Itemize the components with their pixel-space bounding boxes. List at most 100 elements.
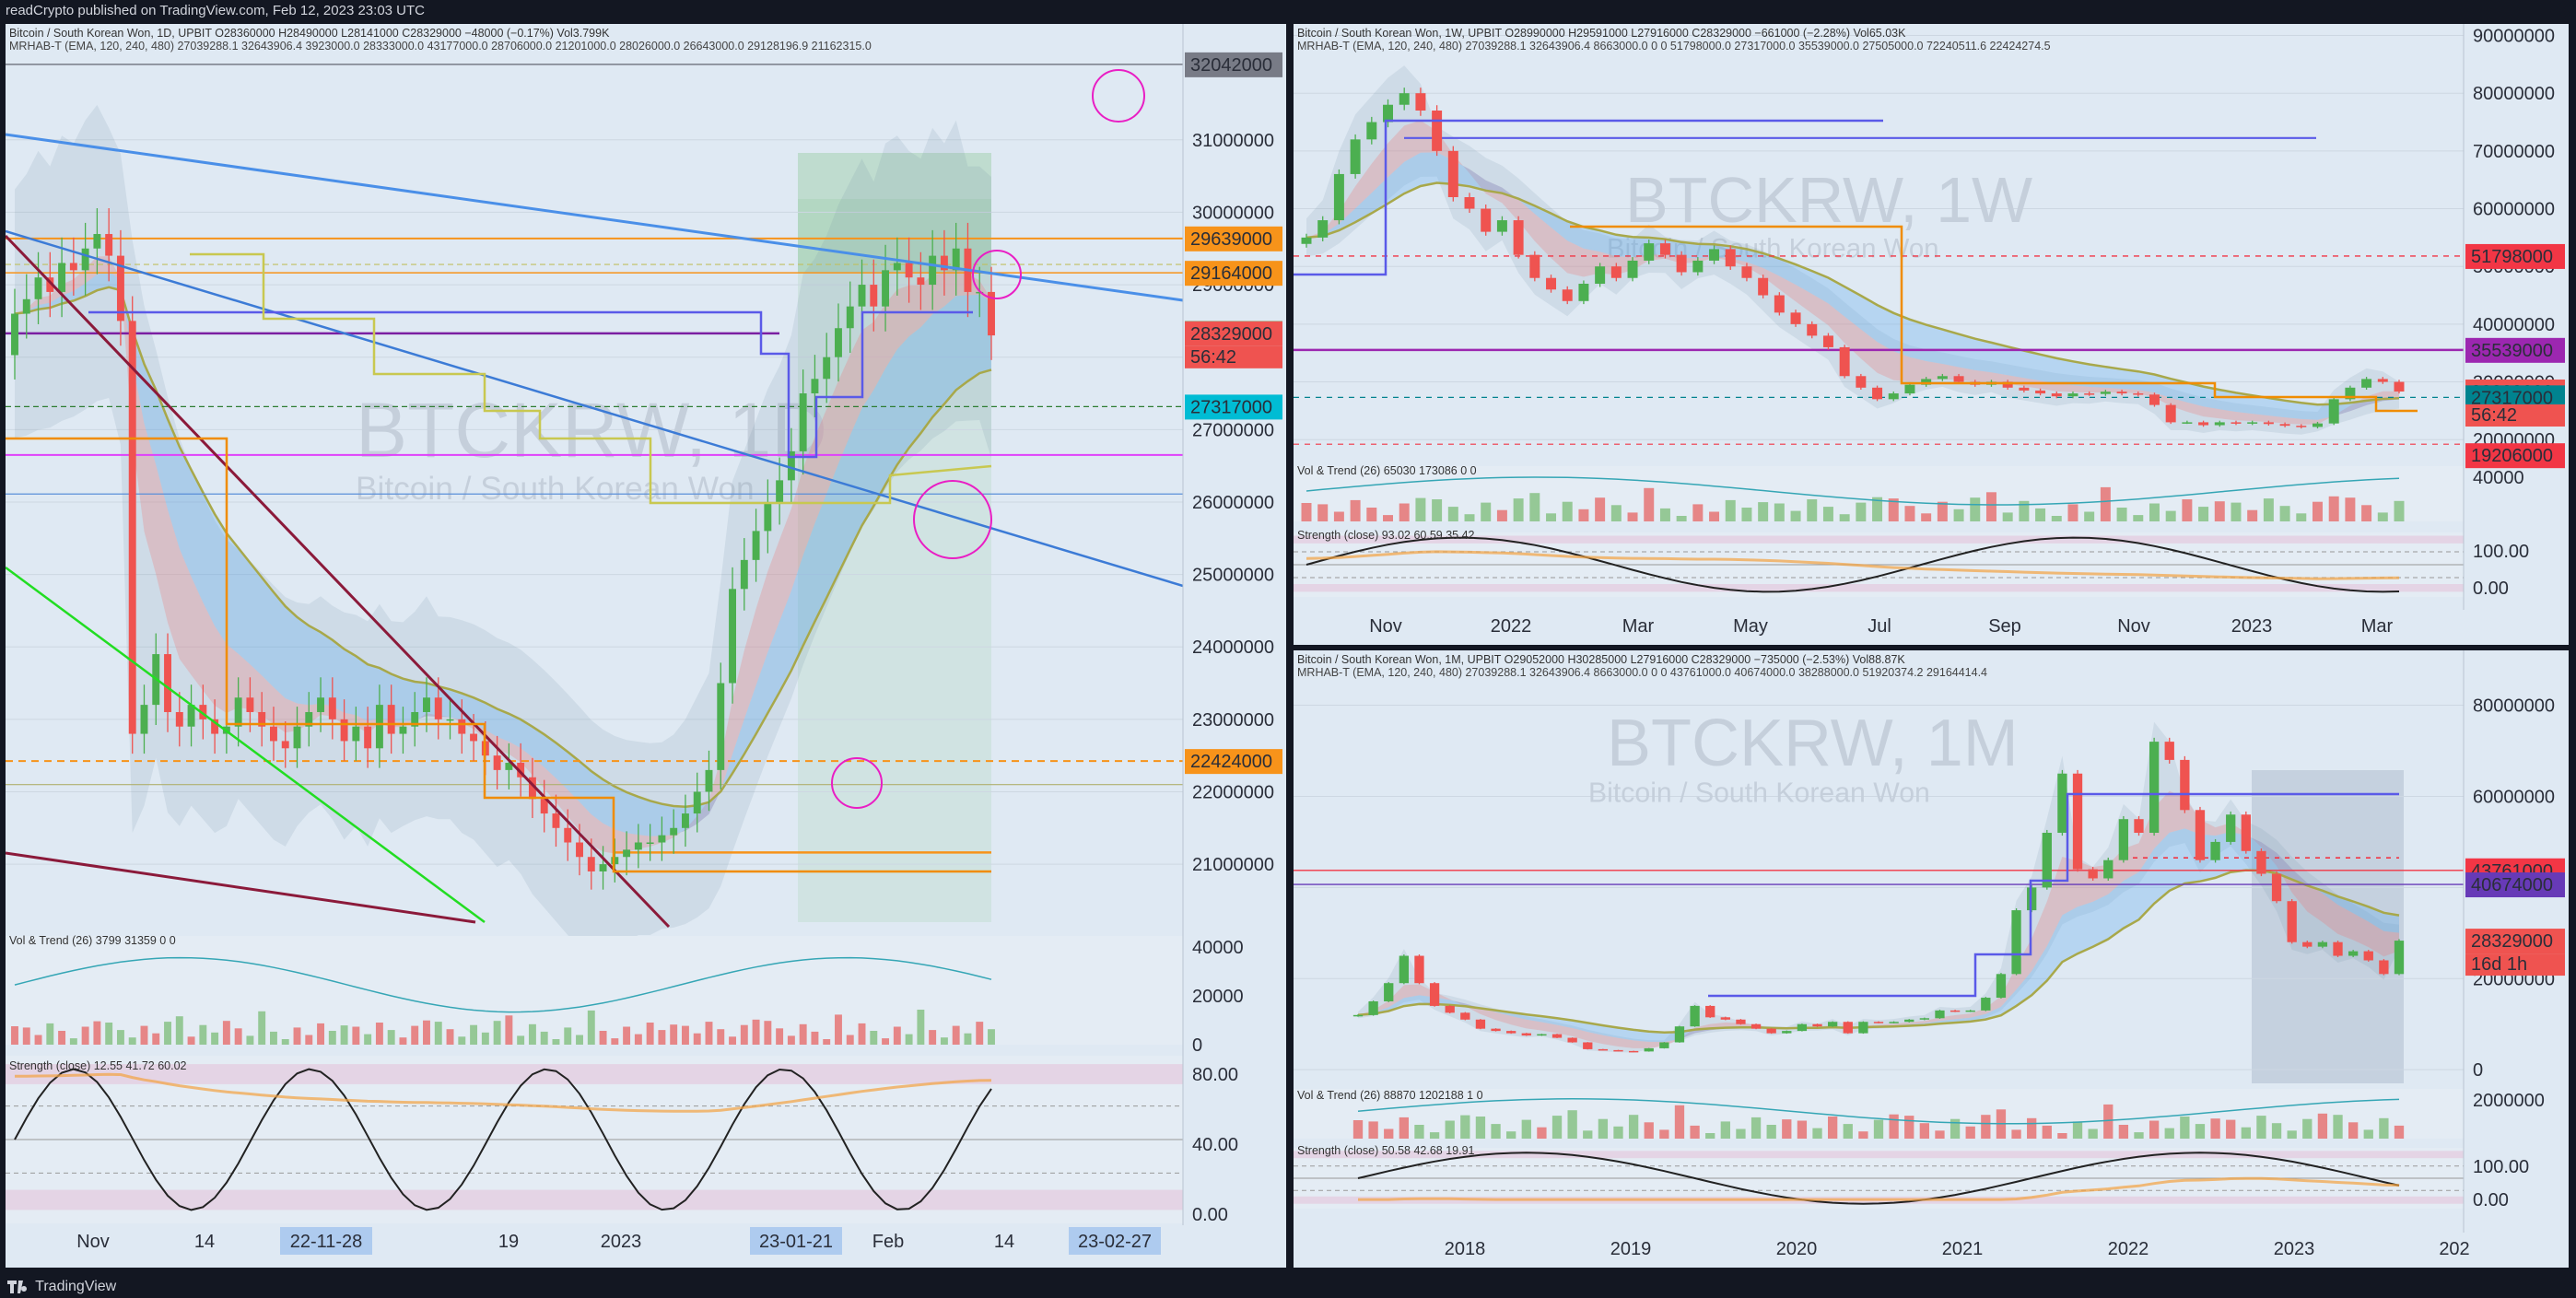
- candle-body: [387, 705, 395, 734]
- candle-body: [1812, 1023, 1822, 1027]
- time-tick: 2023: [601, 1232, 642, 1252]
- price-tick: 80000000: [2473, 84, 2555, 104]
- candle-body: [799, 393, 807, 451]
- volume-bar: [705, 1022, 713, 1045]
- daily-vol-legend: Vol & Trend (26) 3799 31359 0 0: [9, 934, 176, 947]
- candle-body: [576, 842, 583, 858]
- volume-tick: 40000: [1192, 938, 1244, 958]
- volume-bar: [93, 1021, 101, 1045]
- volume-bar: [658, 1030, 666, 1045]
- volume-bar: [105, 1023, 113, 1045]
- volume-bar: [1822, 507, 1833, 521]
- volume-bar: [2134, 1132, 2144, 1139]
- volume-bar: [717, 1029, 725, 1045]
- volume-bar: [1843, 1124, 1853, 1139]
- candle-body: [340, 719, 348, 742]
- volume-tick: 20000: [1192, 987, 1244, 1007]
- volume-bar: [1725, 499, 1736, 521]
- publish-header: readCrypto published on TradingView.com,…: [0, 0, 2576, 22]
- weekly-chart-svg[interactable]: BTCKRW, 1WBitcoin / South Korean Won9000…: [1294, 24, 2569, 645]
- publish-header-text: readCrypto published on TradingView.com,…: [6, 3, 425, 18]
- volume-bar: [1496, 509, 1507, 521]
- volume-bar: [1644, 487, 1655, 521]
- candle-body: [2149, 394, 2160, 405]
- candle-body: [1366, 122, 1377, 140]
- candle-body: [1464, 197, 1475, 209]
- candle-body: [2333, 941, 2343, 956]
- candle-body: [128, 321, 136, 734]
- volume-bar: [1659, 1129, 1669, 1139]
- volume-bar: [1741, 508, 1752, 521]
- volume-bar: [2198, 507, 2209, 521]
- candle-body: [823, 357, 831, 380]
- candle-body: [2103, 859, 2113, 879]
- candle-body: [470, 733, 478, 742]
- monthly-chart-svg[interactable]: BTCKRW, 1MBitcoin / South Korean Won 8000…: [1294, 650, 2569, 1268]
- volume-bar: [1873, 1119, 1884, 1139]
- candle-body: [1950, 1010, 1961, 1012]
- price-label: 19206000: [2471, 446, 2553, 466]
- candle-body: [705, 769, 713, 792]
- time-tick: 19: [498, 1232, 519, 1252]
- volume-bar: [623, 1026, 631, 1045]
- volume-bar: [2296, 513, 2307, 521]
- volume-bar: [1551, 1116, 1563, 1139]
- volume-bar: [22, 1027, 30, 1045]
- volume-bar: [2317, 1113, 2328, 1139]
- price-label: 22424000: [1190, 752, 1272, 772]
- volume-bar: [164, 1022, 171, 1045]
- candle-body: [293, 726, 301, 749]
- candle-body: [2165, 404, 2176, 423]
- volume-bar: [1921, 513, 1932, 521]
- chart-panel-monthly[interactable]: BTCKRW, 1M Bitcoin / South Korean Won 8000…: [1294, 650, 2569, 1268]
- volume-bar: [752, 1019, 760, 1045]
- price-tick: 80000000: [2473, 696, 2555, 717]
- volume-bar: [1521, 1119, 1531, 1139]
- chart-panel-daily[interactable]: BTCKRW, 1D Bitcoin / South Korean Won 3100…: [6, 24, 1286, 1268]
- volume-bar: [940, 1037, 948, 1045]
- candle-body: [599, 864, 607, 871]
- daily-chart-svg[interactable]: BTCKRW, 1DBitcoin / South Korean Won3100…: [6, 24, 1286, 1268]
- candle-body: [375, 705, 383, 749]
- volume-bar: [1301, 503, 1312, 521]
- price-tick: 70000000: [2473, 142, 2555, 162]
- highlight-circle-0: [1092, 69, 1145, 123]
- candle-body: [2072, 773, 2083, 870]
- volume-bar: [2051, 516, 2062, 521]
- candle-body: [1827, 1022, 1838, 1027]
- candle-body: [1491, 1028, 1501, 1032]
- candle-body: [34, 277, 42, 299]
- volume-bar: [1562, 501, 1573, 521]
- volume-bar: [1491, 1124, 1501, 1139]
- candle-body: [1644, 1047, 1654, 1052]
- price-tick: 30000000: [1192, 203, 1274, 223]
- watermark: BTCKRW, 1W: [1625, 164, 2032, 236]
- volume-bar: [152, 1033, 160, 1045]
- volume-bar: [799, 1023, 807, 1045]
- volume-bar: [1953, 509, 1964, 521]
- volume-bar: [1613, 1126, 1623, 1139]
- candle-body: [2088, 869, 2098, 879]
- volume-bar: [1858, 1131, 1868, 1139]
- price-tick: 26000000: [1192, 493, 1274, 513]
- volume-bar: [1368, 1121, 1378, 1139]
- candle-body: [69, 263, 77, 271]
- chart-panel-weekly[interactable]: BTCKRW, 1W Bitcoin / South Korean Won 9000…: [1294, 24, 2569, 645]
- volume-bar: [540, 1031, 548, 1045]
- candle-body: [564, 827, 572, 843]
- volume-bar: [2361, 505, 2372, 521]
- volume-bar: [787, 1035, 795, 1045]
- candle-body: [858, 285, 866, 307]
- time-tick: 2018: [1445, 1239, 1486, 1259]
- candle-body: [1562, 289, 1573, 301]
- volume-bar: [446, 1029, 454, 1045]
- volume-bar: [2027, 1117, 2037, 1139]
- candle-body: [1595, 266, 1606, 284]
- volume-bar: [1384, 1128, 1394, 1139]
- volume-bar: [2287, 1130, 2297, 1139]
- time-tick: 2022: [2108, 1239, 2149, 1259]
- price-tick: 25000000: [1192, 566, 1274, 586]
- time-tick: Jul: [1868, 616, 1891, 637]
- volume-bar: [1659, 508, 1670, 521]
- candle-body: [2214, 422, 2225, 426]
